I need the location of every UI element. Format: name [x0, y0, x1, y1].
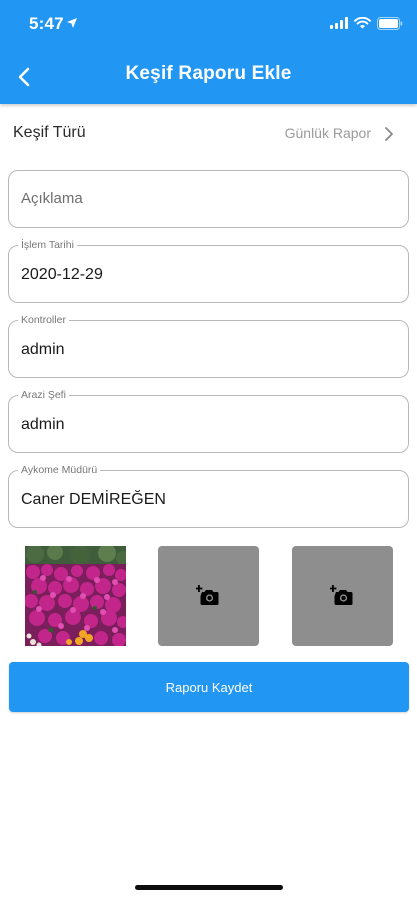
location-arrow-icon — [67, 18, 77, 28]
report-type-value: Günlük Rapor — [284, 125, 371, 141]
signal-icon — [330, 17, 348, 29]
transaction-date-field[interactable]: İşlem Tarihi 2020-12-29 — [8, 238, 409, 303]
home-indicator[interactable] — [135, 885, 283, 890]
add-photo-slot[interactable] — [158, 546, 259, 646]
chevron-right-icon — [385, 127, 393, 141]
screen: 5:47 Keşif Raporu Ekle Keşif Türü Günlük… — [0, 0, 417, 900]
aykome-manager-value: Caner DEMİREĞEN — [21, 491, 166, 508]
description-placeholder: Açıklama — [21, 190, 83, 207]
add-photo-icon — [196, 585, 219, 605]
add-photo-icon — [330, 585, 353, 605]
field-chief-value: admin — [21, 416, 65, 433]
app-header: 5:47 Keşif Raporu Ekle — [0, 0, 417, 104]
transaction-date-value: 2020-12-29 — [21, 266, 103, 283]
field-chief-field[interactable]: Arazi Şefi admin — [8, 388, 409, 453]
report-type-selector[interactable]: Keşif Türü Günlük Rapor — [0, 106, 417, 160]
controller-label: Kontroller — [18, 313, 69, 327]
save-report-button[interactable]: Raporu Kaydet — [9, 662, 409, 712]
photo-thumbnail[interactable] — [25, 546, 126, 646]
field-chief-label: Arazi Şefi — [18, 388, 69, 402]
description-field[interactable]: Açıklama — [8, 170, 409, 228]
battery-icon — [377, 16, 403, 30]
wifi-icon — [354, 17, 371, 29]
controller-field[interactable]: Kontroller admin — [8, 313, 409, 378]
transaction-date-label: İşlem Tarihi — [18, 238, 77, 252]
flowers-photo — [25, 546, 126, 646]
status-time: 5:47 — [29, 14, 64, 33]
status-indicators — [330, 15, 403, 31]
page-title: Keşif Raporu Ekle — [125, 63, 292, 84]
aykome-manager-field[interactable]: Aykome Müdürü Caner DEMİREĞEN — [8, 463, 409, 528]
add-photo-slot[interactable] — [292, 546, 393, 646]
aykome-manager-label: Aykome Müdürü — [18, 463, 101, 477]
controller-value: admin — [21, 341, 65, 358]
report-type-label: Keşif Türü — [13, 124, 86, 141]
